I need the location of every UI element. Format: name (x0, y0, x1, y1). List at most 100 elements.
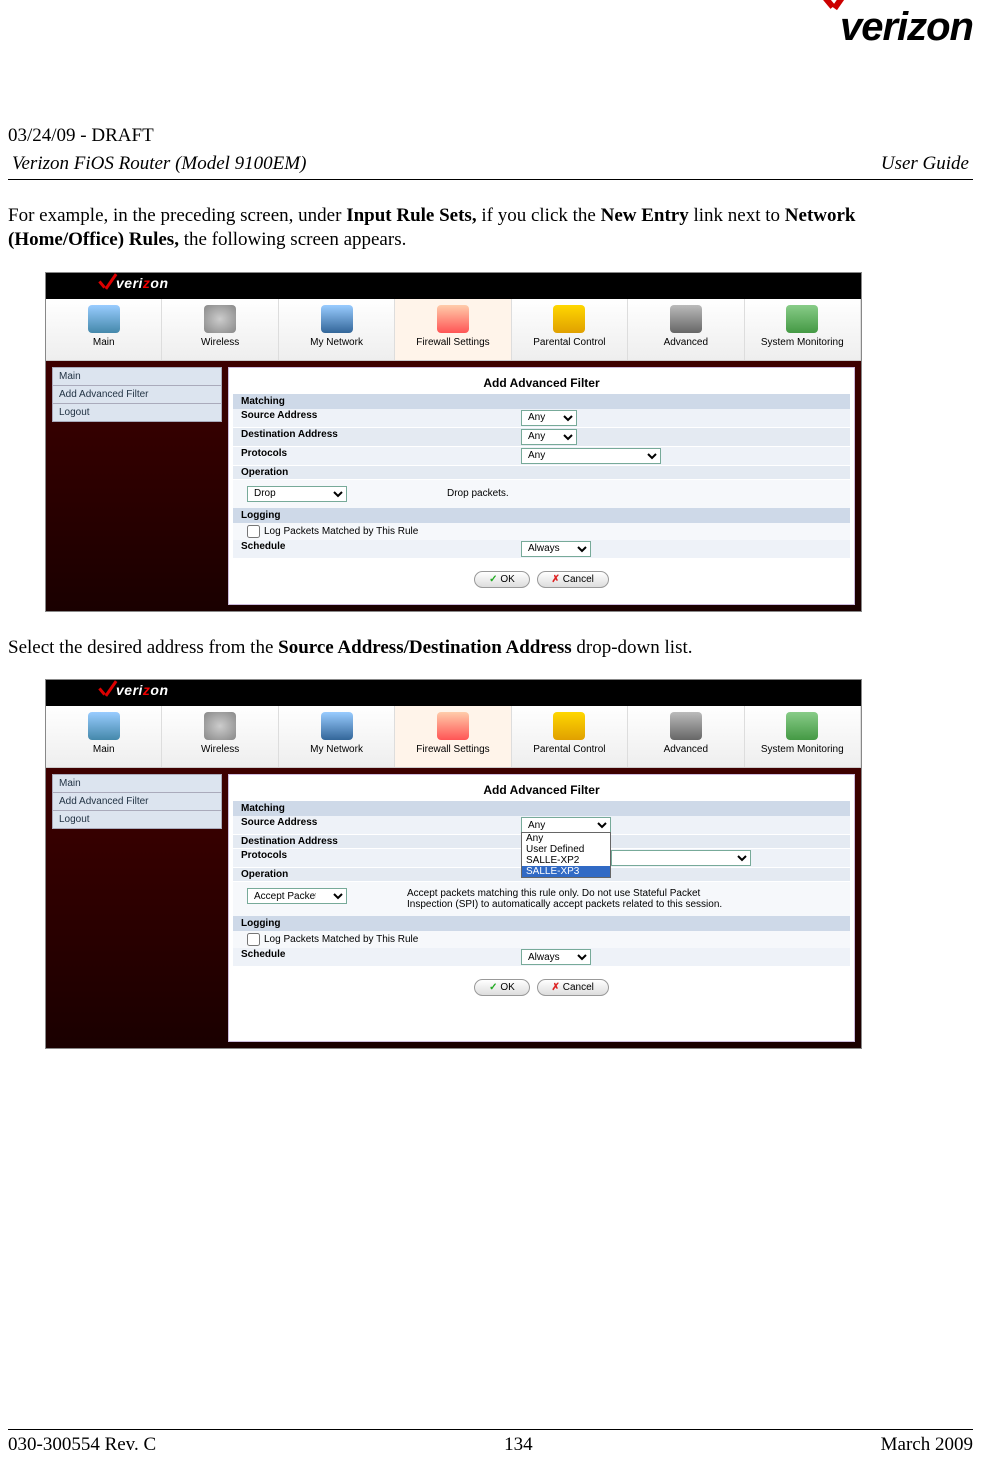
source-address-label: Source Address (241, 817, 521, 833)
source-address-dropdown-open[interactable]: Any Any User Defined SALLE-XP2 SALLE-XP3 (521, 817, 611, 833)
protocols-label: Protocols (241, 448, 521, 464)
product-name: Verizon FiOS Router (Model 9100EM) (12, 153, 306, 175)
sidebar-item-add-filter[interactable]: Add Advanced Filter (52, 385, 222, 404)
firewall-icon (437, 305, 469, 333)
source-address-label: Source Address (241, 410, 521, 426)
footer-page-number: 134 (504, 1434, 533, 1456)
router-screenshot-1: verizon Main Wireless My Network Firewal… (45, 272, 862, 612)
instruction-paragraph-2: Select the desired address from the Sour… (8, 636, 973, 660)
log-packets-label: Log Packets Matched by This Rule (264, 934, 418, 945)
protocols-label: Protocols (241, 850, 521, 866)
sidebar-item-main[interactable]: Main (52, 774, 222, 793)
router-logo: verizon (116, 275, 169, 291)
nav-tab-my-network[interactable]: My Network (279, 299, 395, 360)
router-logo: verizon (116, 682, 169, 698)
sidebar-item-logout[interactable]: Logout (52, 403, 222, 422)
option-user-defined[interactable]: User Defined (522, 844, 610, 855)
matching-section-header: Matching (233, 801, 850, 816)
protocols-select[interactable] (611, 850, 751, 866)
verizon-check-icon (96, 273, 116, 293)
cancel-button[interactable]: ✗ Cancel (537, 571, 609, 588)
instruction-paragraph-1: For example, in the preceding screen, un… (8, 204, 973, 252)
source-address-select[interactable]: Any (521, 410, 577, 426)
schedule-label: Schedule (241, 949, 521, 965)
nav-tab-firewall[interactable]: Firewall Settings (395, 706, 511, 767)
destination-address-select[interactable]: Any (521, 429, 577, 445)
nav-tab-advanced[interactable]: Advanced (628, 706, 744, 767)
operation-select[interactable]: Accept Packet (247, 888, 347, 904)
nav-tab-my-network[interactable]: My Network (279, 706, 395, 767)
protocols-select[interactable]: Any (521, 448, 661, 464)
main-icon (88, 305, 120, 333)
panel-title: Add Advanced Filter (229, 372, 854, 394)
nav-tab-firewall[interactable]: Firewall Settings (395, 299, 511, 360)
verizon-logo: verizon (840, 5, 973, 50)
log-packets-checkbox[interactable] (247, 933, 260, 946)
nav-tab-parental[interactable]: Parental Control (512, 706, 628, 767)
verizon-check-icon (96, 680, 116, 700)
router-main-panel: Add Advanced Filter Matching Source Addr… (228, 367, 855, 605)
ok-button[interactable]: ✓ OK (474, 571, 530, 588)
parental-icon (553, 712, 585, 740)
router-screenshot-2: verizon Main Wireless My Network Firewal… (45, 679, 862, 1049)
x-icon: ✗ (552, 982, 560, 993)
parental-icon (553, 305, 585, 333)
cancel-button[interactable]: ✗ Cancel (537, 979, 609, 996)
header-divider (8, 179, 973, 180)
x-icon: ✗ (552, 574, 560, 585)
verizon-check-icon (810, 0, 870, 25)
option-salle-xp2[interactable]: SALLE-XP2 (522, 855, 610, 866)
matching-section-header: Matching (233, 394, 850, 409)
log-packets-label: Log Packets Matched by This Rule (264, 526, 418, 537)
sidebar-item-logout[interactable]: Logout (52, 810, 222, 829)
nav-tab-main[interactable]: Main (46, 706, 162, 767)
page-footer: 030-300554 Rev. C 134 March 2009 (8, 1429, 973, 1456)
main-icon (88, 712, 120, 740)
nav-tab-wireless[interactable]: Wireless (162, 299, 278, 360)
check-icon: ✓ (489, 574, 497, 585)
router-main-panel: Add Advanced Filter Matching Source Addr… (228, 774, 855, 1042)
operation-description: Drop packets. (447, 488, 509, 499)
network-icon (321, 305, 353, 333)
nav-tab-wireless[interactable]: Wireless (162, 706, 278, 767)
source-address-options: Any User Defined SALLE-XP2 SALLE-XP3 (521, 832, 611, 878)
log-packets-checkbox[interactable] (247, 525, 260, 538)
footer-date: March 2009 (881, 1434, 973, 1456)
logging-section-header: Logging (233, 508, 850, 523)
sidebar-item-add-filter[interactable]: Add Advanced Filter (52, 792, 222, 811)
panel-title: Add Advanced Filter (229, 779, 854, 801)
doc-type: User Guide (881, 153, 969, 175)
schedule-label: Schedule (241, 541, 521, 557)
network-icon (321, 712, 353, 740)
option-salle-xp3[interactable]: SALLE-XP3 (522, 866, 610, 877)
sysmon-icon (786, 305, 818, 333)
draft-date-line: 03/24/09 - DRAFT (8, 125, 973, 147)
ok-button[interactable]: ✓ OK (474, 979, 530, 996)
nav-tab-sysmon[interactable]: System Monitoring (745, 299, 861, 360)
destination-address-label: Destination Address (241, 836, 521, 847)
wireless-icon (204, 712, 236, 740)
sidebar-item-main[interactable]: Main (52, 367, 222, 386)
schedule-select[interactable]: Always (521, 949, 591, 965)
document-header: Verizon FiOS Router (Model 9100EM) User … (8, 153, 973, 175)
nav-tab-parental[interactable]: Parental Control (512, 299, 628, 360)
router-sidebar: Main Add Advanced Filter Logout (52, 367, 222, 605)
destination-address-label: Destination Address (241, 429, 521, 445)
check-icon: ✓ (489, 982, 497, 993)
header-logo-area: verizon (8, 0, 973, 110)
schedule-select[interactable]: Always (521, 541, 591, 557)
logging-section-header: Logging (233, 916, 850, 931)
router-top-bar: verizon (46, 273, 861, 299)
nav-tab-main[interactable]: Main (46, 299, 162, 360)
advanced-icon (670, 305, 702, 333)
nav-tab-advanced[interactable]: Advanced (628, 299, 744, 360)
operation-select[interactable]: Drop (247, 486, 347, 502)
operation-label: Operation (241, 467, 521, 478)
firewall-icon (437, 712, 469, 740)
nav-tab-sysmon[interactable]: System Monitoring (745, 706, 861, 767)
option-any[interactable]: Any (522, 833, 610, 844)
operation-label: Operation (241, 869, 521, 880)
footer-doc-rev: 030-300554 Rev. C (8, 1434, 156, 1456)
router-nav-tabs: Main Wireless My Network Firewall Settin… (46, 706, 861, 768)
router-sidebar: Main Add Advanced Filter Logout (52, 774, 222, 1042)
